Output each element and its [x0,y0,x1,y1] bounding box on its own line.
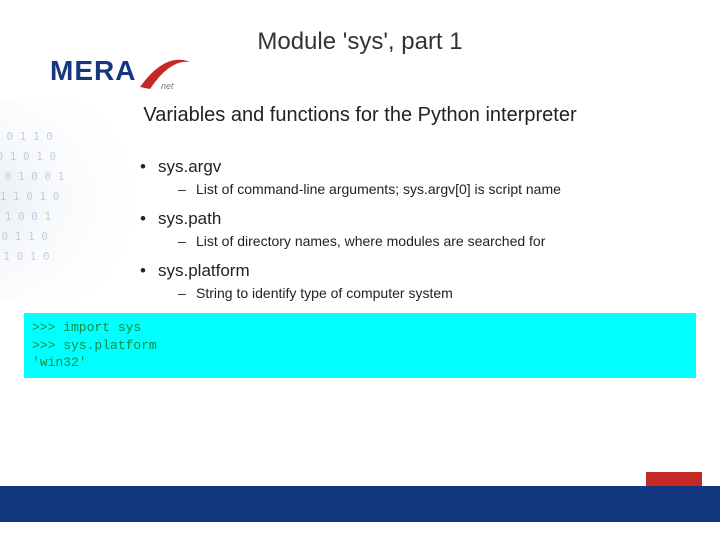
item-desc: List of command-line arguments; sys.argv… [158,181,720,197]
item-name: sys.path [158,209,221,228]
item-name: sys.platform [158,261,250,280]
item-desc: String to identify type of computer syst… [158,285,720,301]
svg-text:1 0 0 1 1 0: 1 0 0 1 1 0 [0,230,48,243]
svg-text:net: net [161,81,174,91]
list-item: sys.argv List of command-line arguments;… [140,157,720,197]
footer-red-accent [646,472,702,486]
svg-text:0 1 0 1 0: 0 1 0 1 0 [0,250,50,263]
bullet-list: sys.argv List of command-line arguments;… [140,157,720,301]
code-example: >>> import sys >>> sys.platform 'win32' [24,313,696,378]
logo-text: MERA [50,55,136,86]
svg-text:1 0 0 1 1 0 1 0: 1 0 0 1 1 0 1 0 [0,190,59,203]
list-item: sys.path List of directory names, where … [140,209,720,249]
svg-text:0 1 1 0 1 0 0 1: 0 1 1 0 1 0 0 1 [0,170,64,183]
svg-text:0 1 0 1 1 0: 0 1 0 1 1 0 [0,130,53,143]
svg-text:1 0 0 1 0 1 0: 1 0 0 1 0 1 0 [0,150,56,163]
footer-bar [0,486,720,522]
slide-title: Module 'sys', part 1 [0,0,720,56]
item-desc: List of directory names, where modules a… [158,233,720,249]
slide-subtitle: Variables and functions for the Python i… [0,104,720,127]
item-name: sys.argv [158,157,221,176]
mera-logo: MERA net [50,55,136,87]
svg-text:0 1 0 1 0 0 1: 0 1 0 1 0 0 1 [0,210,51,223]
list-item: sys.platform String to identify type of … [140,261,720,301]
